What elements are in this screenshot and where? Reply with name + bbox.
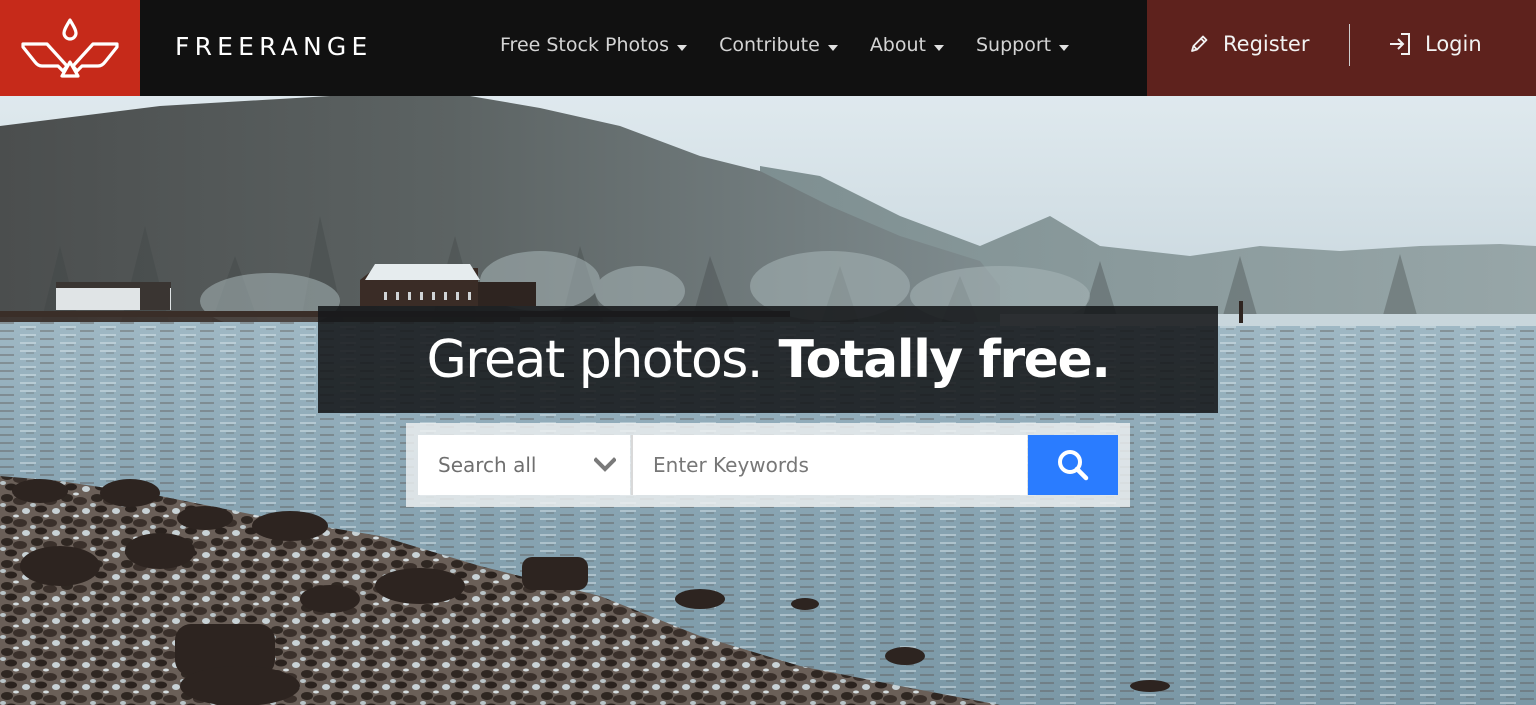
register-link[interactable]: Register bbox=[1189, 32, 1309, 56]
caret-down-icon bbox=[1059, 45, 1070, 51]
nav-label: About bbox=[869, 34, 926, 56]
search-category-select[interactable]: Search all bbox=[418, 435, 630, 495]
tagline-bold: Totally free. bbox=[778, 329, 1111, 390]
nav-item-support[interactable]: Support bbox=[976, 34, 1070, 56]
caret-down-icon bbox=[827, 45, 838, 51]
tagline-light: Great photos. bbox=[426, 329, 764, 390]
nav-item-contribute[interactable]: Contribute bbox=[719, 34, 838, 56]
nav-label: Support bbox=[976, 34, 1052, 56]
main-nav: Free Stock Photos Contribute About Suppo… bbox=[500, 30, 1070, 60]
hero-tagline: Great photos. Totally free. bbox=[426, 329, 1111, 390]
logo-link[interactable] bbox=[0, 0, 140, 96]
sign-in-icon bbox=[1390, 33, 1410, 55]
register-label: Register bbox=[1223, 32, 1310, 56]
search-category-value: Search all bbox=[438, 453, 537, 477]
login-link[interactable]: Login bbox=[1389, 32, 1482, 56]
brand-name: FREERANGE bbox=[175, 32, 373, 61]
search-bar: Search all bbox=[406, 423, 1130, 507]
hero-tagline-band: Great photos. Totally free. bbox=[318, 306, 1218, 413]
account-panel: Register Login bbox=[1147, 0, 1536, 96]
nav-label: Contribute bbox=[719, 34, 820, 56]
site-header: FREERANGE Free Stock Photos Contribute A… bbox=[0, 0, 1536, 96]
chevron-down-icon bbox=[594, 457, 616, 472]
login-label: Login bbox=[1425, 32, 1482, 56]
keywords-input[interactable] bbox=[631, 435, 1027, 495]
caret-down-icon bbox=[677, 45, 688, 51]
search-icon bbox=[1058, 450, 1089, 481]
nav-item-about[interactable]: About bbox=[870, 34, 944, 56]
pencil-icon bbox=[1191, 35, 1208, 52]
nav-item-free-stock-photos[interactable]: Free Stock Photos bbox=[500, 34, 688, 56]
nav-label: Free Stock Photos bbox=[500, 34, 670, 56]
account-divider bbox=[1349, 24, 1350, 66]
bird-wings-icon bbox=[21, 18, 119, 78]
search-button[interactable] bbox=[1028, 435, 1118, 495]
caret-down-icon bbox=[934, 45, 944, 51]
